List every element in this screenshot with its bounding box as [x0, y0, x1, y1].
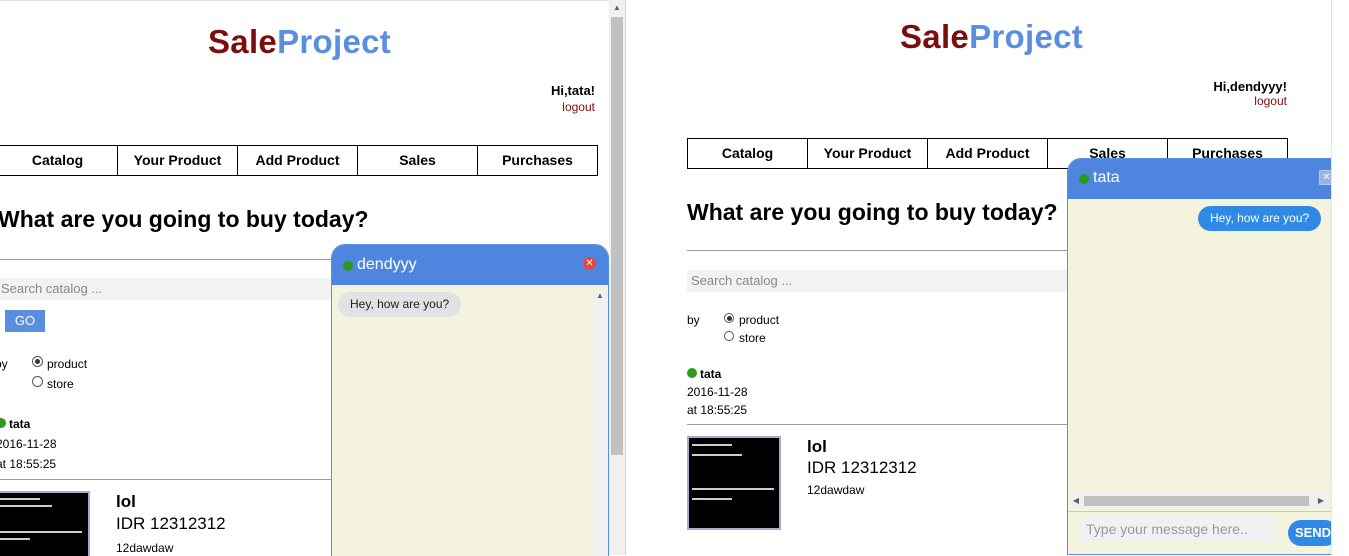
online-status-dot	[343, 261, 353, 271]
online-status-dot	[687, 368, 697, 378]
tab-catalog[interactable]: Catalog	[0, 146, 118, 175]
online-status-dot	[1079, 174, 1089, 184]
search-input[interactable]: Search catalog ...	[0, 278, 337, 300]
scrollbar-thumb[interactable]	[1084, 496, 1309, 506]
chevron-up-icon[interactable]: ▲	[593, 291, 607, 301]
tab-your-product[interactable]: Your Product	[118, 146, 238, 175]
seller-date: 2016-11-28	[687, 385, 748, 399]
logout-link[interactable]: logout	[562, 100, 595, 114]
seller-time: at 18:55:25	[687, 403, 748, 417]
tab-add-product[interactable]: Add Product	[928, 139, 1048, 168]
radio-product[interactable]	[32, 356, 43, 367]
product-image[interactable]	[687, 436, 781, 530]
radio-store[interactable]	[724, 331, 734, 341]
right-browser-window: SaleProject Hi,dendyyy! logout Catalog Y…	[630, 0, 1349, 555]
product-name[interactable]: lol	[116, 492, 136, 512]
greeting: Hi,dendyyy!	[1213, 79, 1287, 94]
search-input[interactable]: Search catalog ...	[687, 270, 1077, 292]
tab-catalog[interactable]: Catalog	[688, 139, 808, 168]
radio-product-label: product	[739, 313, 780, 327]
tab-sales[interactable]: Sales	[358, 146, 478, 175]
product-name[interactable]: lol	[807, 437, 827, 457]
radio-store-label: store	[47, 377, 74, 391]
scrollbar-thumb[interactable]	[611, 17, 623, 455]
divider	[0, 479, 335, 480]
chat-message-outgoing: Hey, how are you?	[1198, 206, 1322, 231]
tab-your-product[interactable]: Your Product	[808, 139, 928, 168]
chat-contact-name: tata	[1093, 169, 1120, 186]
chevron-right-icon[interactable]: ▶	[1315, 496, 1327, 506]
seller-name[interactable]: tata	[700, 367, 721, 381]
tab-purchases[interactable]: Purchases	[478, 146, 597, 175]
seller-time: at 18:55:25	[0, 457, 57, 471]
chevron-up-icon[interactable]: ▲	[609, 3, 625, 13]
go-button[interactable]: GO	[5, 310, 45, 332]
radio-product-label: product	[47, 357, 88, 371]
by-label: by	[0, 357, 8, 371]
main-nav: Catalog Your Product Add Product Sales P…	[0, 145, 598, 176]
by-label: by	[687, 313, 700, 327]
page-heading: What are you going to buy today?	[687, 199, 1058, 225]
site-title: SaleProject	[900, 18, 1084, 55]
product-price: IDR 12312312	[116, 514, 226, 533]
radio-store-label: store	[739, 331, 766, 345]
seller-name[interactable]: tata	[9, 417, 30, 431]
close-icon[interactable]: ✕	[583, 257, 596, 270]
greeting: Hi,tata!	[550, 83, 595, 98]
radio-store[interactable]	[32, 376, 43, 387]
divider	[687, 424, 1077, 425]
chat-header: tata ✕	[1068, 159, 1344, 199]
online-status-dot	[0, 418, 6, 428]
divider	[687, 250, 1077, 251]
product-image[interactable]	[0, 491, 90, 556]
chat-scrollbar[interactable]: ▲	[593, 289, 607, 556]
logout-link[interactable]: logout	[1254, 94, 1287, 108]
tab-add-product[interactable]: Add Product	[238, 146, 358, 175]
message-input[interactable]: Type your message here..	[1080, 516, 1276, 542]
chat-window: tata ✕ Hey, how are you? ▲ ▼ ◀ ▶ Type yo…	[1067, 158, 1345, 555]
chat-contact-name: dendyyy	[357, 256, 417, 273]
product-description: 12dawdaw	[807, 483, 865, 497]
seller-date: 2016-11-28	[0, 437, 57, 451]
product-description: 12dawdaw	[116, 541, 174, 555]
chat-header: dendyyy ✕	[332, 245, 608, 285]
chat-input-bar: Type your message here.. SEND	[1068, 511, 1344, 554]
site-title: SaleProject	[208, 23, 392, 60]
chevron-left-icon[interactable]: ◀	[1070, 496, 1082, 506]
chat-window: dendyyy ✕ Hey, how are you? ▲	[331, 244, 609, 556]
page-scrollbar-track[interactable]	[1331, 0, 1349, 555]
chat-horizontal-scrollbar[interactable]: ◀ ▶	[1070, 494, 1329, 508]
radio-product[interactable]	[724, 313, 734, 323]
product-price: IDR 12312312	[807, 458, 917, 477]
divider	[0, 259, 335, 260]
page-heading: What are you going to buy today?	[0, 206, 369, 232]
page-scrollbar[interactable]: ▲	[609, 0, 625, 555]
chat-message-incoming: Hey, how are you?	[338, 292, 462, 317]
left-browser-window: SaleProject Hi,tata! logout Catalog Your…	[0, 0, 609, 556]
